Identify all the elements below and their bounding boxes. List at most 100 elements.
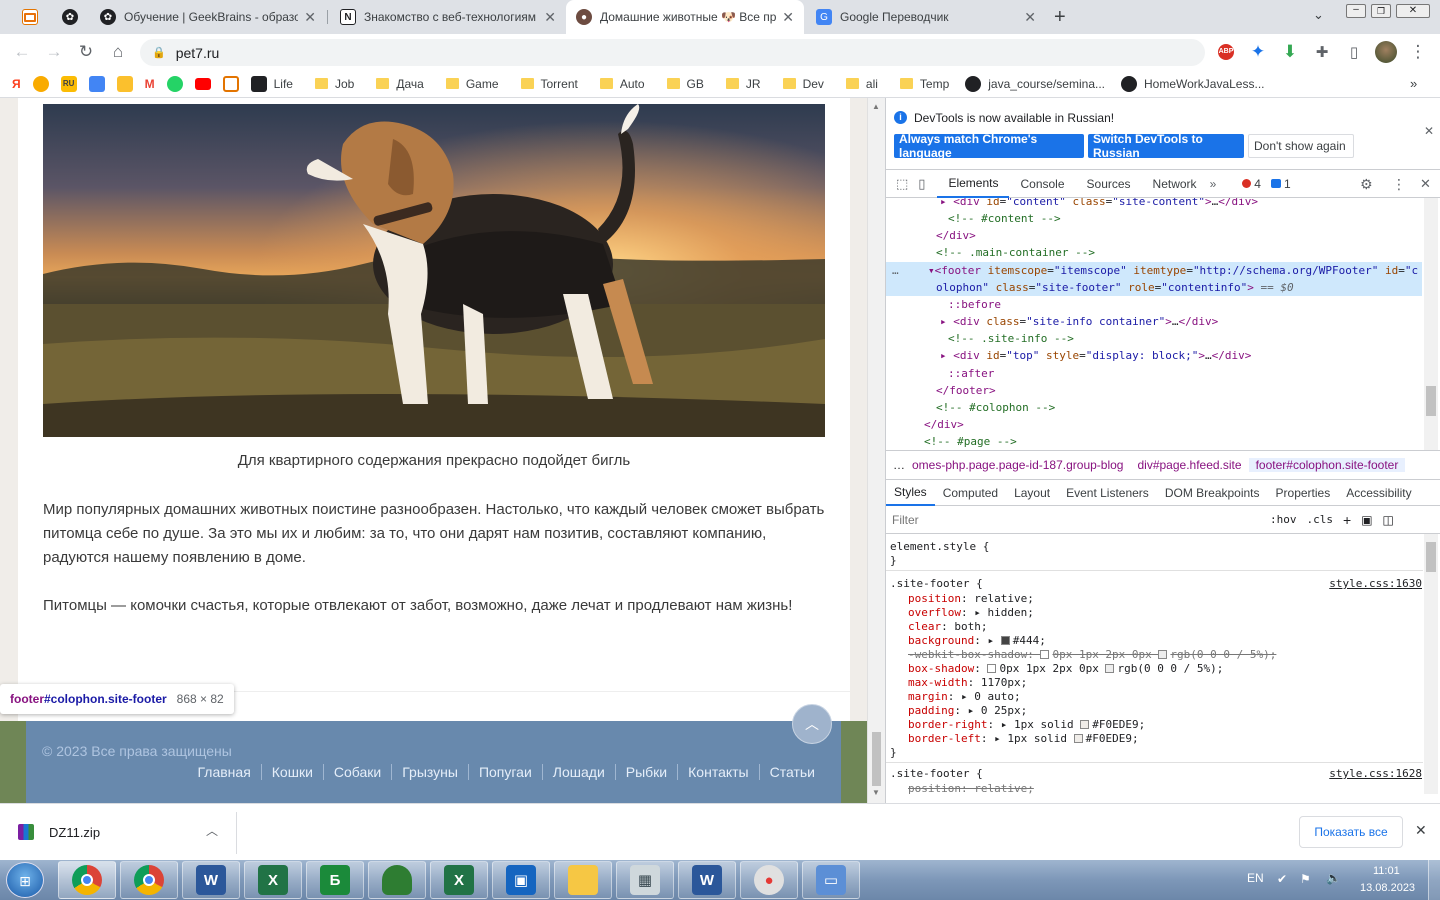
close-devtools-icon[interactable]: ✕ <box>1420 176 1431 192</box>
bookmark-folder-jr[interactable]: JR <box>725 77 761 91</box>
bookmark-icon[interactable]: RU <box>60 75 77 92</box>
dom-comment[interactable]: <!-- #content --> <box>948 210 1061 227</box>
tab-layout[interactable]: Layout <box>1006 480 1058 506</box>
bookmark-folder-game[interactable]: Game <box>445 77 499 91</box>
tab-console[interactable]: Console <box>1009 170 1075 198</box>
close-window-button[interactable]: ✕ <box>1396 4 1430 18</box>
tab-pinned-openai[interactable]: ✿ <box>52 0 86 34</box>
forward-icon[interactable]: → <box>42 40 66 64</box>
devtools-menu-icon[interactable]: ⋮ <box>1392 176 1406 193</box>
gmail-bookmark-icon[interactable]: M <box>145 77 155 91</box>
tab-pets-active[interactable]: ● Домашние животные 🐶 Все пр ✕ <box>566 0 804 34</box>
scroll-to-top-button[interactable]: ︿ <box>792 704 832 744</box>
close-tab-icon[interactable]: ✕ <box>544 9 556 26</box>
error-count-badge[interactable]: 4 <box>1242 177 1261 191</box>
css-declaration[interactable]: border-left: ▸ 1px solid #F0EDE9; <box>908 732 1139 746</box>
tab-search-icon[interactable]: ⌄ <box>1313 7 1324 23</box>
more-bookmarks-icon[interactable]: » <box>1410 76 1417 91</box>
taskbar-basket-app[interactable] <box>368 861 426 899</box>
tab-sources[interactable]: Sources <box>1076 170 1142 198</box>
dont-show-again-button[interactable]: Don't show again <box>1248 134 1354 158</box>
dom-scrollbar[interactable] <box>1424 198 1438 450</box>
footer-link-home[interactable]: Главная <box>187 764 260 780</box>
tab-geekbrains[interactable]: ✿ Обучение | GeekBrains - образо ✕ <box>90 0 326 34</box>
footer-link-cats[interactable]: Кошки <box>260 764 323 780</box>
hov-toggle[interactable]: :hov <box>1270 513 1297 526</box>
footer-link-horses[interactable]: Лошади <box>541 764 615 780</box>
styles-filter-input[interactable] <box>890 509 1258 530</box>
yandex-bookmark-icon[interactable]: Я <box>12 77 21 91</box>
clock-time[interactable]: 11:01 <box>1373 865 1400 877</box>
tab-pinned-slides[interactable] <box>12 0 46 34</box>
close-banner-icon[interactable]: ✕ <box>1424 124 1434 138</box>
footer-link-rodents[interactable]: Грызуны <box>391 764 468 780</box>
bookmark-folder-ali[interactable]: ali <box>845 77 878 91</box>
breadcrumb-item[interactable]: div#page.hfeed.site <box>1130 458 1248 472</box>
dom-comment[interactable]: <!-- #colophon --> <box>936 399 1055 416</box>
taskbar-explorer[interactable] <box>554 861 612 899</box>
home-icon[interactable]: ⌂ <box>106 40 130 64</box>
bookmark-github-java-course[interactable]: java_course/semina... <box>965 75 1105 92</box>
taskbar-chrome-1[interactable] <box>58 861 116 899</box>
bookmark-folder-temp[interactable]: Temp <box>899 77 949 91</box>
taskbar-app-b[interactable]: Б <box>306 861 364 899</box>
bookmark-folder-torrent[interactable]: Torrent <box>520 77 578 91</box>
dom-node[interactable]: ▸ <div class="site-info container">…</di… <box>940 313 1218 330</box>
taskbar-excel-1[interactable]: X <box>244 861 302 899</box>
reload-icon[interactable]: ↻ <box>74 40 98 64</box>
taskbar-paint[interactable]: ● <box>740 861 798 899</box>
css-declaration-overridden[interactable]: -webkit-box-shadow: 0px 1px 2px 0px rgb(… <box>908 648 1276 662</box>
tab-google-translate[interactable]: G Google Переводчик ✕ <box>806 0 1046 34</box>
dom-node[interactable]: ▸ <div id="top" style="display: block;">… <box>940 347 1251 364</box>
back-icon[interactable]: ← <box>10 40 34 64</box>
css-declaration[interactable]: position: relative; <box>908 592 1034 606</box>
dom-node[interactable]: </footer> <box>936 382 996 399</box>
css-source-link[interactable]: style.css:1628 <box>1329 767 1422 781</box>
more-tabs-icon[interactable]: » <box>1210 177 1217 191</box>
css-declaration-overridden[interactable]: position: relative; <box>908 782 1034 794</box>
adblock-extension-icon[interactable]: ABP <box>1214 40 1238 64</box>
new-style-rule-icon[interactable]: + <box>1343 512 1351 528</box>
bookmark-folder-gb[interactable]: GB <box>666 77 704 91</box>
download-file-name[interactable]: DZ11.zip <box>49 825 100 840</box>
bookmark-life[interactable]: Life <box>250 75 293 92</box>
tray-flag-icon[interactable]: ⚑ <box>1300 872 1311 886</box>
new-tab-button[interactable]: + <box>1054 6 1066 29</box>
translate-bookmark-icon[interactable] <box>88 75 105 92</box>
bookmark-icon[interactable] <box>32 75 49 92</box>
css-selector[interactable]: .site-footer { <box>890 577 983 591</box>
avatar[interactable] <box>1374 40 1398 64</box>
css-declaration[interactable]: box-shadow: 0px 1px 2px 0px rgb(0 0 0 / … <box>908 662 1223 676</box>
taskbar-word-1[interactable]: W <box>182 861 240 899</box>
taskbar-photo-viewer[interactable]: ▭ <box>802 861 860 899</box>
extensions-icon[interactable]: ✚ <box>1310 40 1334 64</box>
clock-date[interactable]: 13.08.2023 <box>1360 882 1415 894</box>
tray-update-icon[interactable]: ✔ <box>1277 872 1287 886</box>
settings-gear-icon[interactable]: ⚙ <box>1360 176 1373 193</box>
styles-scrollbar[interactable] <box>1424 534 1438 794</box>
bookmark-folder-auto[interactable]: Auto <box>599 77 645 91</box>
tab-properties[interactable]: Properties <box>1268 480 1339 506</box>
css-declaration[interactable]: margin: ▸ 0 auto; <box>908 690 1021 704</box>
device-toolbar-icon[interactable]: ▯ <box>918 176 925 192</box>
breadcrumb-item[interactable]: omes-php.page.page-id-187.group-blog <box>912 458 1130 472</box>
footer-link-fish[interactable]: Рыбки <box>614 764 677 780</box>
page-scrollbar[interactable]: ▲ ▼ <box>867 98 885 803</box>
tab-network[interactable]: Network <box>1142 170 1208 198</box>
dom-pseudo[interactable]: ::before <box>948 296 1001 313</box>
tab-computed[interactable]: Computed <box>935 480 1006 506</box>
css-declaration[interactable]: max-width: 1170px; <box>908 676 1027 690</box>
footer-link-articles[interactable]: Статьи <box>758 764 825 780</box>
taskbar-excel-2[interactable]: X <box>430 861 488 899</box>
close-tab-icon[interactable]: ✕ <box>1024 9 1036 26</box>
bookmark-icon[interactable] <box>222 75 239 92</box>
dom-comment[interactable]: <!-- #page --> <box>924 433 1017 450</box>
close-tab-icon[interactable]: ✕ <box>782 9 794 26</box>
dom-node-footer-cont[interactable]: olophon" class="site-footer" role="conte… <box>936 279 1294 296</box>
chevron-up-icon[interactable]: ︿ <box>206 822 218 839</box>
youtube-bookmark-icon[interactable] <box>194 77 211 90</box>
tab-elements[interactable]: Elements <box>937 170 1010 198</box>
toggle-sidebar-icon[interactable]: ◫ <box>1383 513 1394 527</box>
address-bar[interactable]: 🔒 pet7.ru <box>140 39 1205 66</box>
side-panel-icon[interactable]: ▯ <box>1342 40 1366 64</box>
